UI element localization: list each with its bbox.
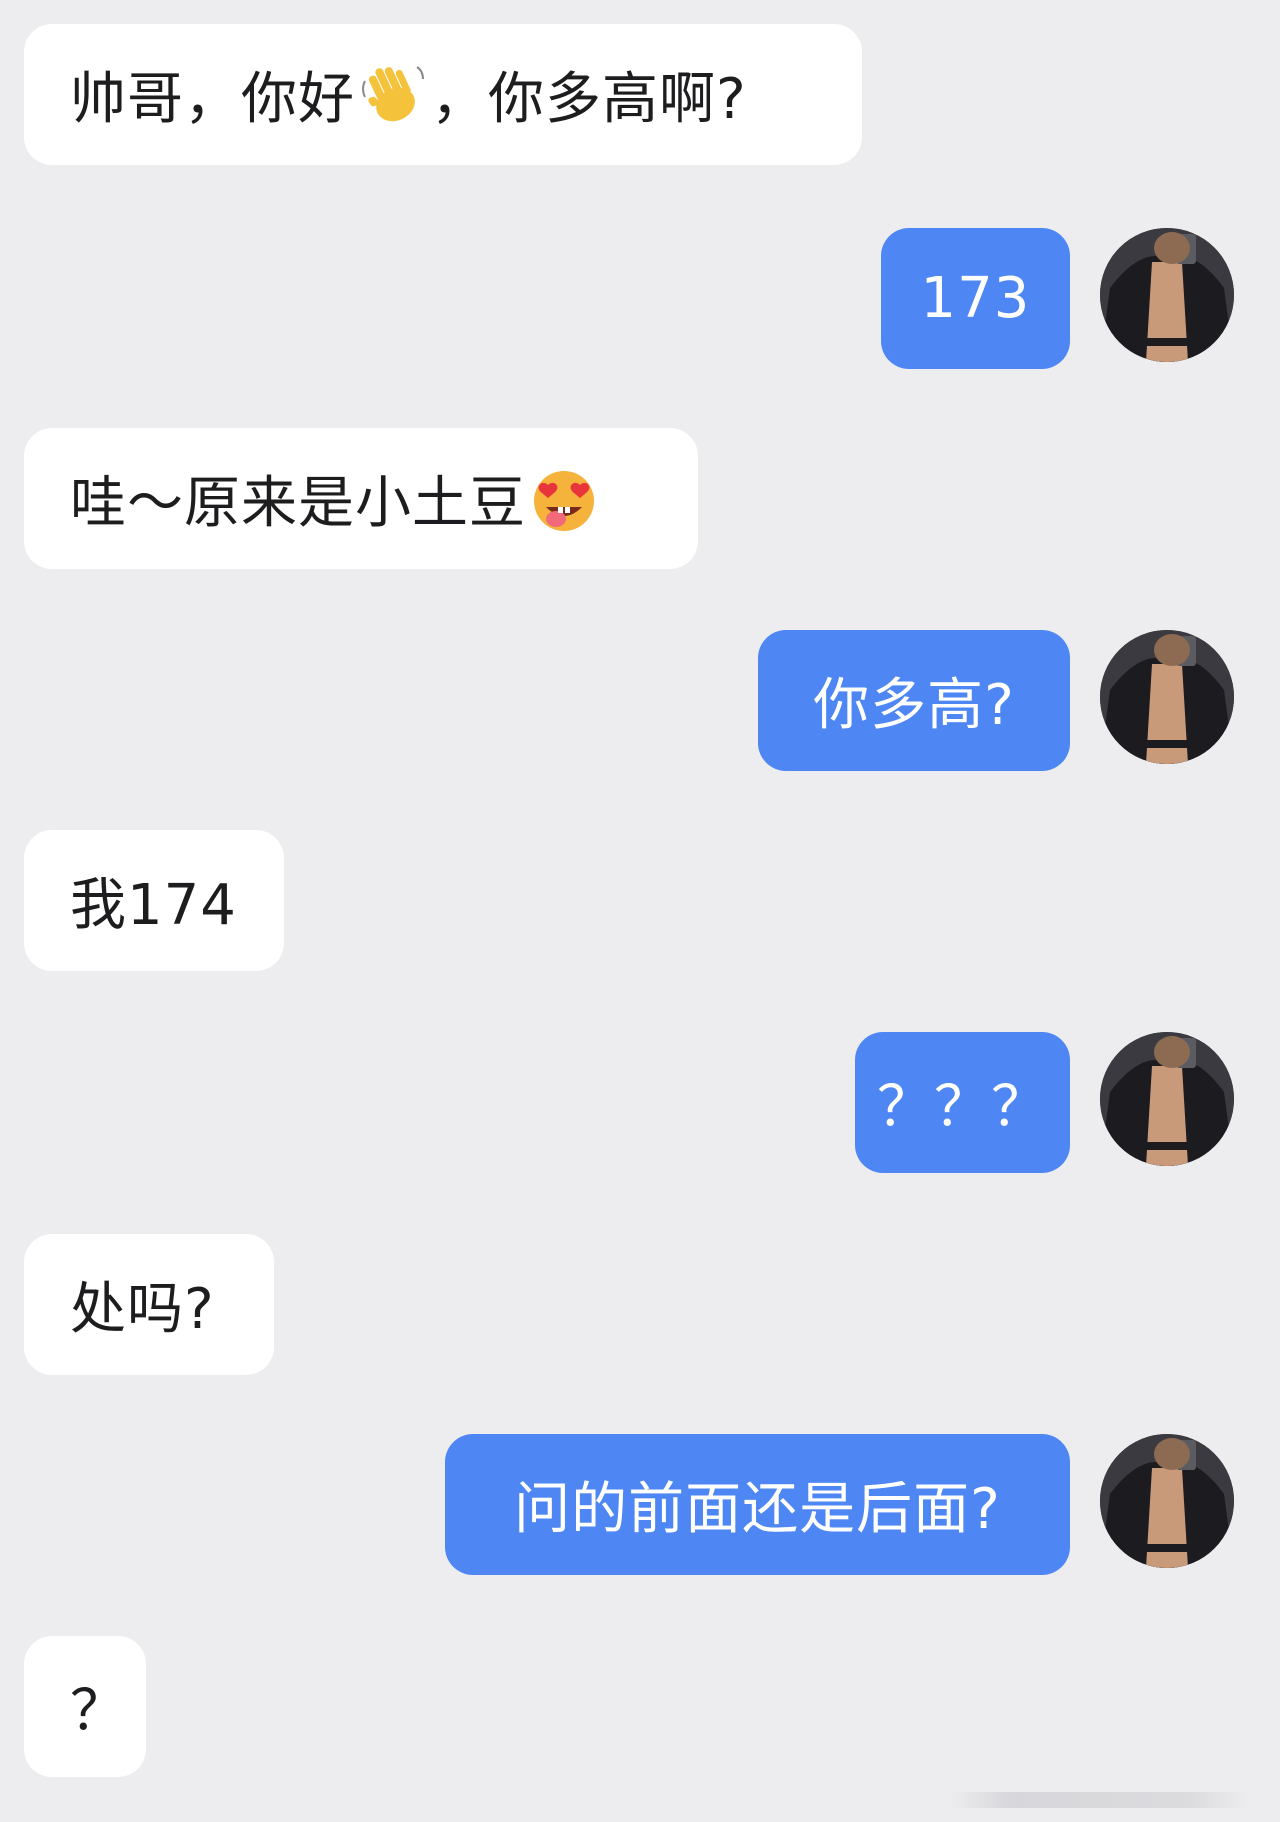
incoming-message-bubble[interactable]: ？: [24, 1636, 146, 1777]
heart-eyes-tongue-emoji-icon: [528, 463, 600, 535]
watermark-bar: [950, 1792, 1250, 1808]
user-avatar[interactable]: [1100, 1032, 1234, 1166]
user-avatar[interactable]: [1100, 630, 1234, 764]
message-text: ？: [70, 1679, 127, 1744]
outgoing-message-bubble[interactable]: 173: [881, 228, 1070, 369]
incoming-message-bubble[interactable]: 哇～原来是小土豆: [24, 428, 698, 569]
outgoing-message-bubble[interactable]: 问的前面还是后面?: [445, 1434, 1070, 1575]
user-avatar[interactable]: [1100, 228, 1234, 362]
message-text: 173: [920, 266, 1031, 331]
incoming-message-bubble[interactable]: 帅哥，你好 ，你多高啊?: [24, 24, 862, 165]
incoming-message-bubble[interactable]: 我174: [24, 830, 284, 971]
message-text: 哇～原来是小土豆: [70, 471, 526, 536]
chat-thread: 帅哥，你好 ，你多高啊? 173 哇～原来是小土豆 你多高? 我174 ？？？ …: [0, 0, 1280, 1822]
message-text: ？？？: [877, 1075, 1048, 1140]
incoming-message-bubble[interactable]: 处吗?: [24, 1234, 274, 1375]
message-text: ，你多高啊?: [431, 67, 747, 132]
waving-hand-emoji-icon: [357, 59, 429, 131]
outgoing-message-bubble[interactable]: 你多高?: [758, 630, 1070, 771]
message-text: 问的前面还是后面?: [514, 1477, 1001, 1542]
user-avatar[interactable]: [1100, 1434, 1234, 1568]
outgoing-message-bubble[interactable]: ？？？: [855, 1032, 1070, 1173]
message-text: 帅哥，你好: [70, 67, 355, 132]
message-text: 我174: [70, 873, 237, 938]
message-text: 处吗?: [70, 1277, 215, 1342]
message-text: 你多高?: [813, 673, 1015, 738]
